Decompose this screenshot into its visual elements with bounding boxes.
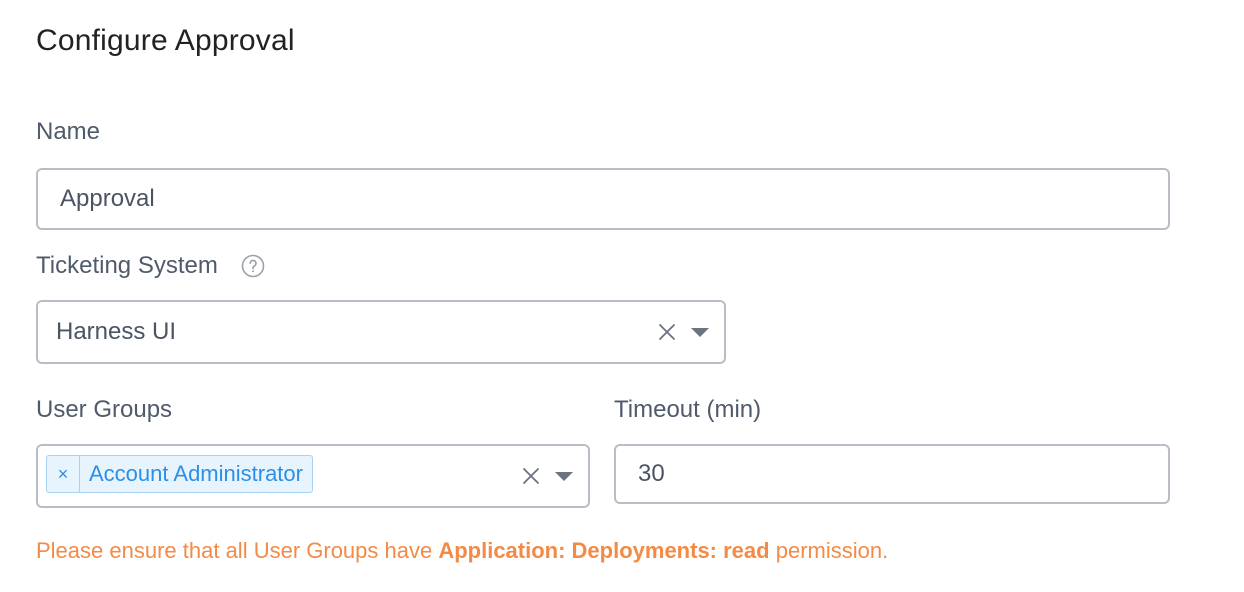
name-input-value: Approval [60,185,155,212]
help-circle-icon[interactable] [241,254,265,278]
ticketing-system-value: Harness UI [56,318,177,345]
timeout-input[interactable]: 30 [614,444,1170,504]
chevron-down-icon[interactable] [555,472,573,481]
timeout-label: Timeout (min) [614,396,762,423]
tag-label: Account Administrator [89,461,303,486]
permission-warning: Please ensure that all User Groups have … [36,538,888,564]
chevron-down-icon[interactable] [691,328,709,337]
warning-suffix: permission. [769,538,889,563]
ticketing-system-label: Ticketing System [36,252,218,279]
tag-remove-icon[interactable]: × [47,456,80,492]
clear-icon[interactable] [658,323,676,341]
clear-icon[interactable] [522,467,540,485]
user-groups-select[interactable]: × Account Administrator [36,444,590,508]
page-title: Configure Approval [36,24,295,57]
warning-emphasis: Application: Deployments: read [438,538,770,563]
warning-prefix: Please ensure that all User Groups have [36,538,439,563]
user-groups-label: User Groups [36,396,173,423]
user-group-tag: × Account Administrator [46,455,313,493]
timeout-value: 30 [638,460,665,487]
name-input[interactable]: Approval [36,168,1170,230]
name-label: Name [36,118,101,145]
ticketing-system-select[interactable]: Harness UI [36,300,726,364]
